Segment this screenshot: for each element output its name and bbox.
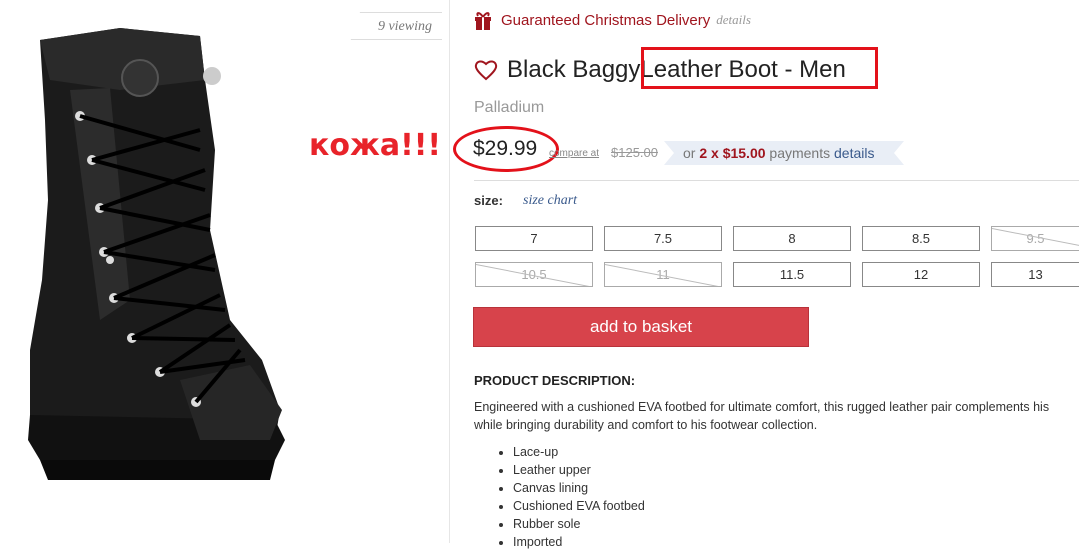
payments-details-link[interactable]: details [834,145,874,161]
payments-banner: or 2 x $15.00 payments details [664,141,904,165]
payments-suffix: payments [769,145,831,161]
gift-icon [475,12,491,30]
viewing-count-badge: 9 viewing [350,12,442,42]
size-option[interactable]: 8 [733,226,851,251]
size-option-unavailable: 11 [604,262,722,287]
description-line: while bringing durability and comfort to… [474,418,818,432]
add-to-basket-button[interactable]: add to basket [473,307,809,347]
heart-icon[interactable] [474,59,498,81]
size-option[interactable]: 13 [991,262,1079,287]
christmas-delivery-banner: Guaranteed Christmas Delivery details [474,10,751,30]
delivery-label: Guaranteed Christmas Delivery [501,11,711,29]
list-item: Cushioned EVA footbed [513,497,645,515]
delivery-details-link[interactable]: details [716,12,751,28]
description-line: Engineered with a cushioned EVA footbed … [474,400,1050,414]
size-option[interactable]: 7 [475,226,593,251]
description-text: Engineered with a cushioned EVA footbed … [474,398,1079,434]
size-option[interactable]: 7.5 [604,226,722,251]
size-option[interactable]: 11.5 [733,262,851,287]
list-item: Canvas lining [513,479,645,497]
list-item: Imported [513,533,645,551]
size-option-unavailable: 9.5 [991,226,1079,251]
feature-list: Lace-up Leather upper Canvas lining Cush… [497,443,645,551]
annotation-text: кожа!!! [309,128,442,163]
size-option[interactable]: 8.5 [862,226,980,251]
product-title-part1: Black Baggy [507,56,641,83]
boot-product-image[interactable] [0,20,340,530]
compare-price: $125.00 [611,145,658,160]
size-label: size: [474,193,503,208]
size-chart-link[interactable]: size chart [523,193,577,209]
title-highlight-box [641,47,878,89]
list-item: Lace-up [513,443,645,461]
product-image-panel: 9 viewing кожа!!! [0,0,450,543]
compare-at-label[interactable]: compare at [549,148,599,159]
brand-name[interactable]: Palladium [474,99,544,117]
size-option-unavailable: 10.5 [475,262,593,287]
price-highlight-circle [453,126,559,172]
list-item: Rubber sole [513,515,645,533]
list-item: Leather upper [513,461,645,479]
payments-amount: 2 x $15.00 [699,145,766,161]
description-heading: PRODUCT DESCRIPTION: [474,373,636,388]
payments-prefix: or [683,145,696,161]
divider [474,180,1079,181]
size-option[interactable]: 12 [862,262,980,287]
